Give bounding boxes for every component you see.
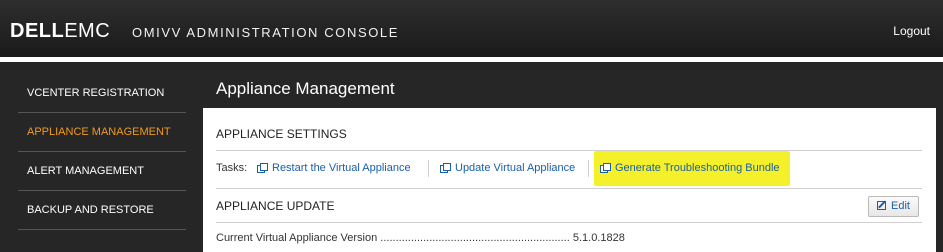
divider [588,160,589,177]
sidebar-item-appliance-management[interactable]: APPLIANCE MANAGEMENT [18,113,186,152]
dell-emc-logo: DELLEMC [10,20,111,42]
edit-button[interactable]: Edit [868,196,919,217]
divider [428,160,429,177]
popout-icon [600,163,611,173]
sidebar: VCENTER REGISTRATION APPLIANCE MANAGEMEN… [18,74,186,230]
update-appliance-link[interactable]: Update Virtual Appliance [440,162,575,174]
edit-icon [877,201,887,210]
content-panel: APPLIANCE SETTINGS Tasks: Restart the Vi… [203,108,936,252]
sidebar-item-backup-and-restore[interactable]: BACKUP AND RESTORE [18,191,186,230]
dot-leader: ........................................… [380,232,573,244]
sidebar-item-alert-management[interactable]: ALERT MANAGEMENT [18,152,186,191]
logout-link[interactable]: Logout [893,24,930,38]
sidebar-item-vcenter-registration[interactable]: VCENTER REGISTRATION [18,74,186,113]
version-label: Current Virtual Appliance Version [216,232,378,244]
divider [216,188,922,189]
appliance-update-header: APPLIANCE UPDATE [216,199,335,213]
divider [216,222,922,223]
popout-icon [257,163,268,173]
version-row: Current Virtual Appliance Version ......… [216,232,922,244]
generate-troubleshooting-bundle-link[interactable]: Generate Troubleshooting Bundle [600,162,780,174]
top-bar: DELLEMC OMIVV ADMINISTRATION CONSOLE Log… [0,0,943,57]
version-value: 5.1.0.1828 [572,232,625,244]
restart-appliance-link[interactable]: Restart the Virtual Appliance [257,162,411,174]
popout-icon [440,163,451,173]
console-body: VCENTER REGISTRATION APPLIANCE MANAGEMEN… [0,62,943,252]
page-title: Appliance Management [216,79,395,98]
tasks-row: Tasks: Restart the Virtual Appliance Upd… [216,160,922,177]
tasks-label: Tasks: [216,162,248,174]
divider [216,150,922,151]
appliance-settings-header: APPLIANCE SETTINGS [216,127,347,141]
app-title: OMIVV ADMINISTRATION CONSOLE [132,25,400,40]
